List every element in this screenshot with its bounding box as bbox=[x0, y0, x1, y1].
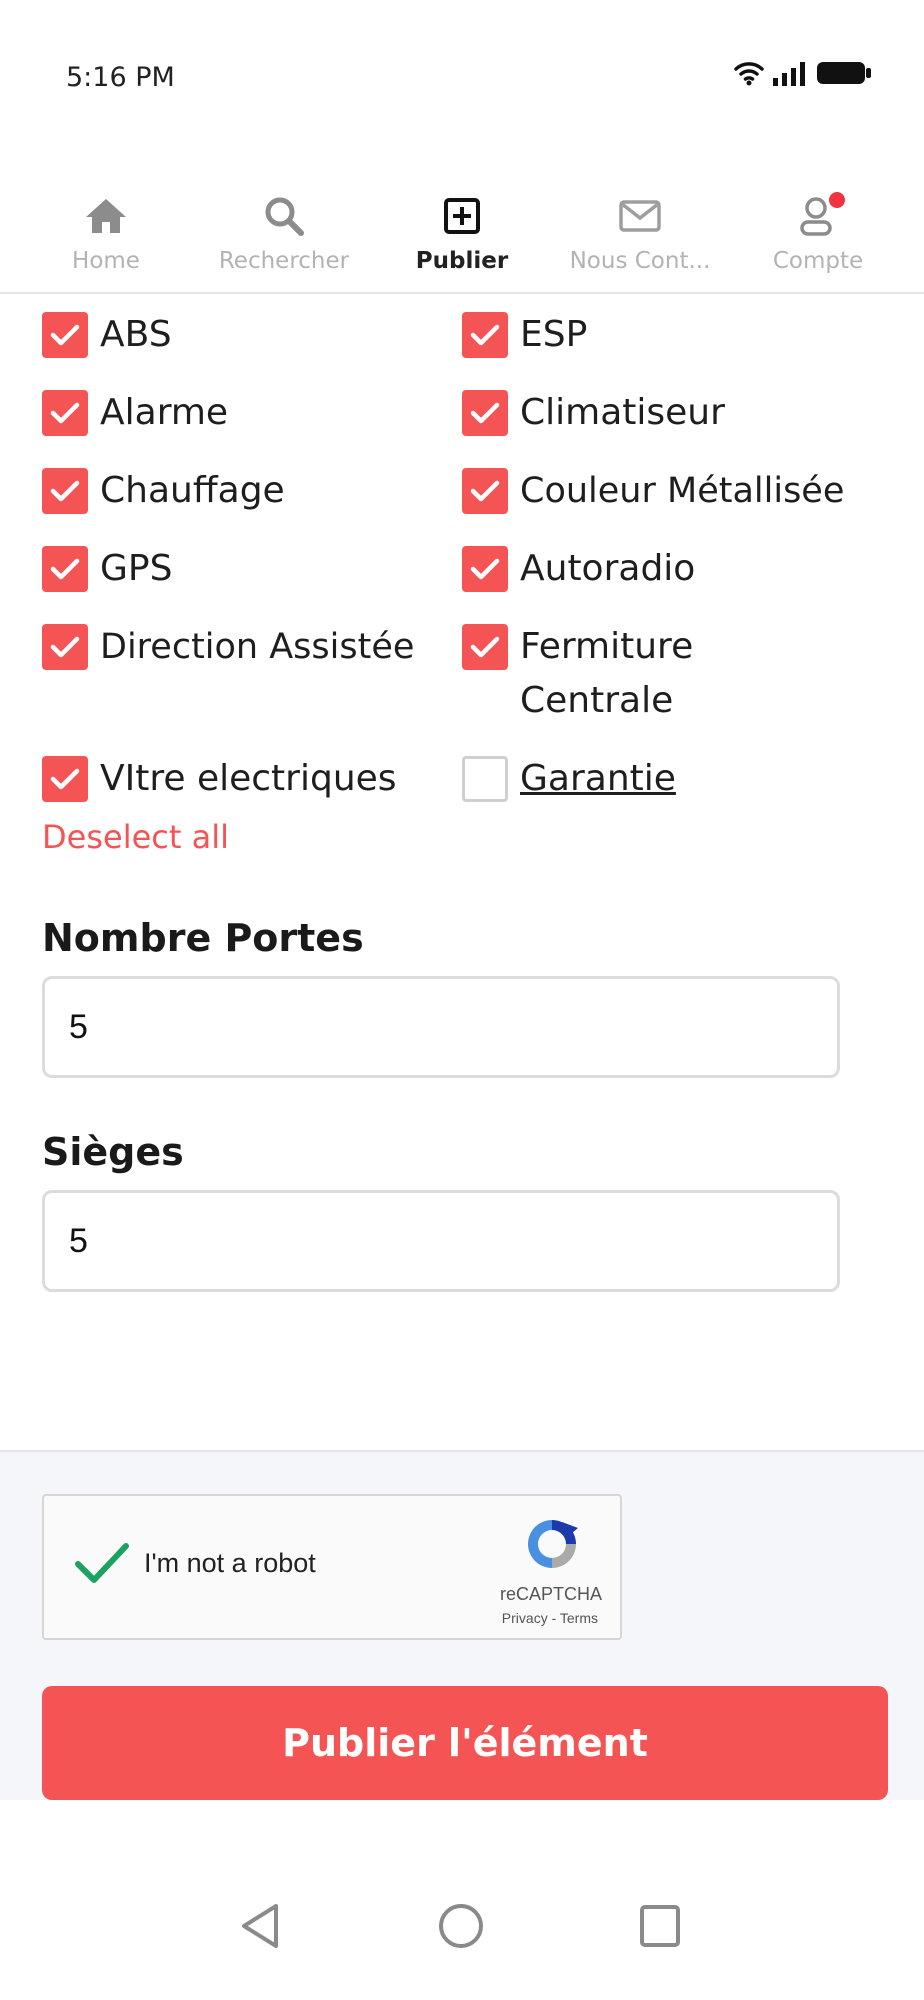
status-bar: 5:16 PM bbox=[0, 0, 924, 160]
mail-icon bbox=[618, 190, 662, 242]
search-icon bbox=[262, 190, 306, 242]
nav-item-contact[interactable]: Nous Cont... bbox=[551, 190, 729, 274]
feature-label: ABS bbox=[100, 314, 172, 355]
checkbox-checked[interactable] bbox=[462, 390, 508, 436]
feature-label: Direction Assistée bbox=[100, 627, 415, 667]
status-icons bbox=[734, 60, 872, 86]
checkbox-checked[interactable] bbox=[462, 546, 508, 592]
feature-garantie[interactable]: Garantie bbox=[462, 752, 676, 806]
feature-direction-assistee[interactable]: Direction Assistée bbox=[42, 620, 414, 674]
home-icon bbox=[83, 190, 129, 242]
feature-autoradio[interactable]: Autoradio bbox=[462, 542, 695, 596]
doors-label: Nombre Portes bbox=[42, 916, 364, 960]
nav-label-account: Compte bbox=[772, 248, 864, 274]
checkbox-checked[interactable] bbox=[42, 468, 88, 514]
battery-icon bbox=[817, 62, 871, 84]
checkbox-checked[interactable] bbox=[462, 468, 508, 514]
feature-alarme[interactable]: Alarme bbox=[42, 386, 228, 440]
feature-label: Climatiseur bbox=[520, 392, 725, 433]
feature-chauffage[interactable]: Chauffage bbox=[42, 464, 285, 518]
home-circle-icon[interactable] bbox=[436, 1900, 486, 1956]
feature-label: GPS bbox=[100, 548, 173, 589]
feature-label: Alarme bbox=[100, 392, 229, 433]
feature-esp[interactable]: ESP bbox=[462, 308, 587, 362]
nav-item-publish[interactable]: Publier bbox=[373, 190, 551, 274]
recaptcha-checkmark-icon[interactable] bbox=[74, 1540, 130, 1590]
doors-input[interactable] bbox=[42, 976, 840, 1078]
checkbox-checked[interactable] bbox=[42, 546, 88, 592]
feature-vitre-electriques[interactable]: VItre electriques bbox=[42, 752, 397, 806]
wifi-icon bbox=[734, 62, 764, 86]
recaptcha-links[interactable]: Privacy - Terms bbox=[502, 1610, 598, 1626]
recents-square-icon[interactable] bbox=[636, 1900, 684, 1956]
checkbox-checked[interactable] bbox=[462, 624, 508, 670]
checkbox-unchecked[interactable] bbox=[462, 756, 508, 802]
back-triangle-icon[interactable] bbox=[236, 1900, 284, 1956]
nav-label-search: Rechercher bbox=[218, 248, 350, 274]
deselect-all-link[interactable]: Deselect all bbox=[42, 818, 229, 856]
feature-abs[interactable]: ABS bbox=[42, 308, 172, 362]
feature-label: Chauffage bbox=[100, 470, 285, 511]
nav-label-contact: Nous Cont... bbox=[569, 248, 711, 274]
feature-label: ESP bbox=[520, 314, 588, 355]
checkbox-checked[interactable] bbox=[42, 390, 88, 436]
recaptcha-label: I'm not a robot bbox=[144, 1548, 316, 1578]
feature-label-line1: Fermiture bbox=[520, 626, 694, 667]
feature-label: Autoradio bbox=[520, 548, 696, 589]
nav-label-home: Home bbox=[72, 248, 140, 274]
checkbox-checked[interactable] bbox=[42, 624, 88, 670]
recaptcha-logo-icon bbox=[522, 1514, 582, 1578]
feature-gps[interactable]: GPS bbox=[42, 542, 172, 596]
nav-item-account[interactable]: Compte bbox=[729, 190, 907, 274]
recaptcha-widget: I'm not a robot reCAPTCHA Privacy - Term… bbox=[42, 1494, 622, 1640]
notification-dot bbox=[829, 192, 845, 208]
recaptcha-brand: reCAPTCHA bbox=[499, 1584, 602, 1604]
feature-label: Garantie bbox=[520, 758, 676, 799]
seats-label: Sièges bbox=[42, 1130, 184, 1174]
checkbox-checked[interactable] bbox=[42, 756, 88, 802]
feature-fermiture-centrale[interactable]: Fermiture Centrale bbox=[462, 620, 693, 728]
feature-label-line2: Centrale bbox=[520, 680, 674, 721]
seats-input[interactable] bbox=[42, 1190, 840, 1292]
checkbox-checked[interactable] bbox=[42, 312, 88, 358]
publish-button[interactable]: Publier l'élément bbox=[42, 1686, 888, 1800]
top-navigation: Home Rechercher Publier Nous Cont... Com… bbox=[0, 190, 924, 294]
feature-label: Couleur Métallisée bbox=[520, 471, 845, 511]
feature-couleur-metallisee[interactable]: Couleur Métallisée bbox=[462, 464, 844, 518]
checkbox-checked[interactable] bbox=[462, 312, 508, 358]
android-navigation-bar bbox=[0, 1900, 924, 2000]
nav-label-publish: Publier bbox=[415, 248, 509, 274]
signal-icon bbox=[773, 62, 805, 86]
nav-item-search[interactable]: Rechercher bbox=[195, 190, 373, 274]
submit-section: I'm not a robot reCAPTCHA Privacy - Term… bbox=[0, 1450, 924, 1800]
status-time: 5:16 PM bbox=[66, 62, 175, 93]
feature-climatiseur[interactable]: Climatiseur bbox=[462, 386, 725, 440]
feature-label: Fermiture Centrale bbox=[520, 620, 693, 728]
nav-item-home[interactable]: Home bbox=[17, 190, 195, 274]
plus-square-icon bbox=[442, 190, 482, 242]
feature-label: VItre electriques bbox=[100, 758, 397, 799]
